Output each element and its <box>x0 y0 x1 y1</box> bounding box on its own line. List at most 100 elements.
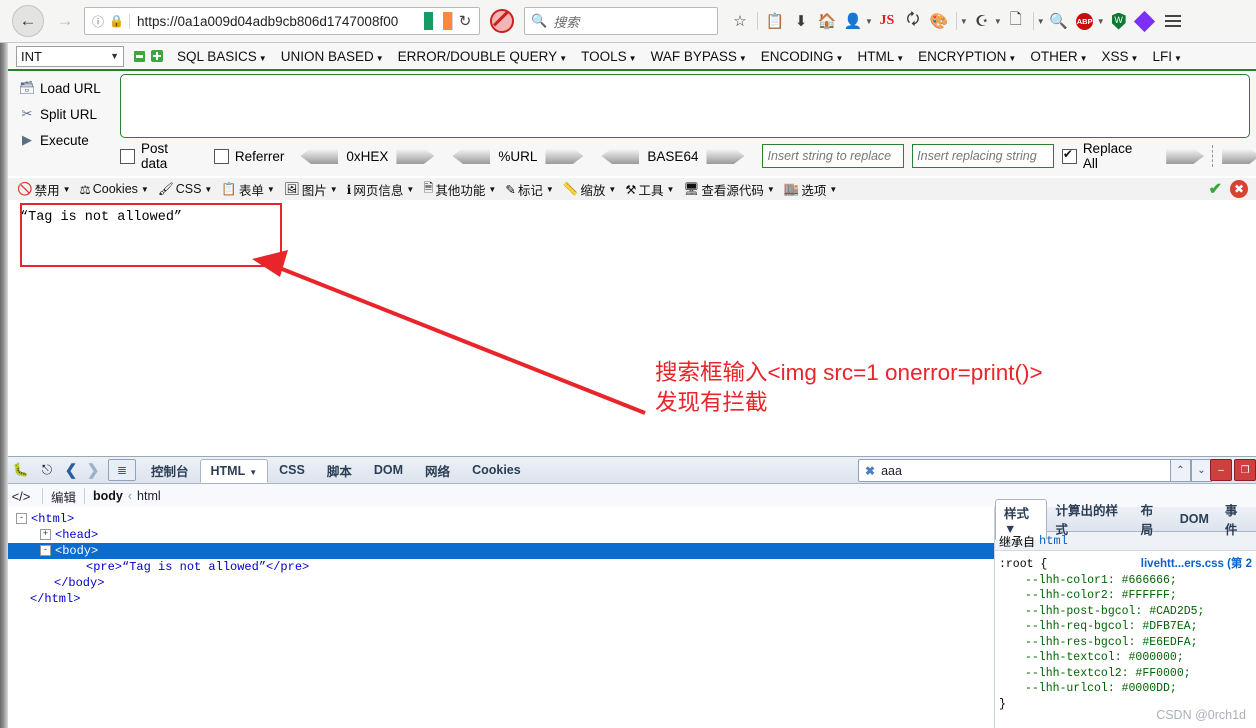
replace-apply-arrow-icon[interactable] <box>1166 148 1205 164</box>
chevron-down-icon-3[interactable]: ▼ <box>994 17 1002 26</box>
wdt-item-misc[interactable]: 🗎 其他功能 ▼ <box>423 179 496 200</box>
css-property[interactable]: --lhh-post-bgcol: #CAD2D5; <box>999 604 1252 620</box>
code-icon[interactable]: </> <box>8 489 34 504</box>
css-property[interactable]: --lhh-textcol: #000000; <box>999 650 1252 666</box>
diamond-icon[interactable] <box>1133 8 1157 34</box>
validation-ok-icon[interactable]: ✔ <box>1209 179 1222 199</box>
forward-button[interactable]: → <box>50 6 80 36</box>
clear-search-icon[interactable]: ✖ <box>865 464 875 478</box>
reload-icon[interactable]: ↻ <box>452 12 477 30</box>
wdt-item-page-info[interactable]: ℹ 网页信息 ▼ <box>347 180 415 199</box>
wdt-item-resize[interactable]: 📏 缩放 ▼ <box>563 180 617 199</box>
search-prev-button[interactable]: ⌃ <box>1170 459 1191 482</box>
dom-row-pre[interactable]: <pre>“Tag is not allowed”</pre> <box>8 559 994 575</box>
css-tab-layout[interactable]: 布局 <box>1133 497 1172 541</box>
address-bar[interactable]: ⓘ 🔒 https://0a1a009d04adb9cb806d1747008f… <box>84 7 480 35</box>
css-property[interactable]: --lhh-req-bgcol: #DFB7EA; <box>999 619 1252 635</box>
tab-css[interactable]: CSS <box>268 459 316 481</box>
abp-icon[interactable]: ABP <box>1073 8 1097 34</box>
hackbar-type-select[interactable]: INT ▼ <box>16 45 124 67</box>
forward-icon[interactable]: ❯ <box>82 461 104 479</box>
tab-cookies[interactable]: Cookies <box>461 459 532 481</box>
browser-search-box[interactable]: 🔍 搜索 <box>524 7 718 35</box>
encode-right-arrow-icon[interactable] <box>545 148 584 164</box>
firebug-search-box[interactable]: ✖ aaa <box>858 459 1172 482</box>
validation-error-icon[interactable]: ✖ <box>1230 180 1248 198</box>
hackbar-menu-other[interactable]: OTHER ▼ <box>1030 49 1087 64</box>
hackbar-menu-waf-bypass[interactable]: WAF BYPASS ▼ <box>651 49 747 64</box>
copy-page-icon[interactable]: 🗋 <box>1004 8 1028 34</box>
tab-network[interactable]: 网络 <box>414 457 461 484</box>
breadcrumb-body[interactable]: body <box>93 489 123 503</box>
split-url-button[interactable]: ✂ Split URL <box>14 101 118 127</box>
dom-row-body[interactable]: - <body> <box>8 543 994 559</box>
referrer-checkbox[interactable]: Referrer <box>213 148 284 164</box>
user-icon[interactable]: 👤 <box>841 8 865 34</box>
download-icon[interactable]: ⬇ <box>789 8 813 34</box>
css-inherit-target[interactable]: html <box>1039 534 1068 548</box>
dom-row-head[interactable]: + <head> <box>8 527 994 543</box>
add-button[interactable] <box>151 50 163 62</box>
edit-button[interactable]: 编辑 <box>51 487 76 506</box>
tab-html[interactable]: HTML ▼ <box>199 458 269 483</box>
css-property[interactable]: --lhh-textcol2: #FF0000; <box>999 666 1252 682</box>
wdt-item-view-source[interactable]: 🖥 查看源代码 ▼ <box>683 180 774 199</box>
dom-row-body-close[interactable]: </body> <box>8 575 994 591</box>
wdt-item-forms[interactable]: 📋 表单 ▼ <box>221 180 275 199</box>
wdt-item-cookies[interactable]: ⚖ Cookies ▼ <box>80 182 149 197</box>
sync-icon[interactable]: ☪ <box>970 8 994 34</box>
palette-icon[interactable]: 🎨 <box>927 8 951 34</box>
wdt-item-disable[interactable]: 🚫 禁用 ▼ <box>17 180 71 199</box>
star-icon[interactable]: ☆ <box>728 8 752 34</box>
encode-right-arrow-icon[interactable] <box>706 148 745 164</box>
site-info-icon[interactable]: ⓘ <box>87 13 109 30</box>
load-url-button[interactable]: 🗃 Load URL <box>14 75 118 101</box>
wdt-item-images[interactable]: 🖼 图片 ▼ <box>284 180 338 199</box>
decode-left-arrow-icon[interactable] <box>601 148 640 164</box>
tab-console[interactable]: 控制台 <box>140 457 200 484</box>
inspect-icon[interactable]: ⎋ <box>34 462 60 478</box>
wdt-item-css[interactable]: 🖌 CSS ▼ <box>158 182 213 197</box>
tab-dom[interactable]: DOM <box>363 459 414 481</box>
back-icon[interactable]: ❮ <box>60 461 82 479</box>
firebug-icon[interactable]: 🐛 <box>8 462 34 478</box>
css-property[interactable]: --lhh-color2: #FFFFFF; <box>999 588 1252 604</box>
noscript-icon[interactable] <box>490 9 514 33</box>
dom-row-html-close[interactable]: </html> <box>8 591 994 607</box>
breadcrumb-html[interactable]: html <box>137 489 161 503</box>
hackbar-menu-xss[interactable]: XSS ▼ <box>1102 49 1139 64</box>
tab-script[interactable]: 脚本 <box>316 457 363 484</box>
url-input[interactable]: https://0a1a009d04adb9cb806d1747008f00 <box>128 13 424 29</box>
chevron-down-icon-2[interactable]: ▼ <box>960 17 968 26</box>
chevron-down-icon-4[interactable]: ▼ <box>1037 17 1045 26</box>
decode-left-arrow-icon[interactable] <box>452 148 491 164</box>
wdt-item-outline[interactable]: ✎ 标记 ▼ <box>505 180 553 199</box>
wdt-item-tools[interactable]: ⚒ 工具 ▼ <box>625 180 674 199</box>
panel-list-icon[interactable]: ≣ <box>108 459 136 481</box>
chevron-down-icon[interactable]: ▼ <box>865 17 873 26</box>
css-property[interactable]: --lhh-res-bgcol: #E6EDFA; <box>999 635 1252 651</box>
minimize-button[interactable]: – <box>1210 459 1232 481</box>
hackbar-menu-html[interactable]: HTML ▼ <box>857 49 904 64</box>
decode-left-arrow-icon[interactable] <box>300 148 339 164</box>
hackbar-menu-encryption[interactable]: ENCRYPTION ▼ <box>918 49 1016 64</box>
shield-icon[interactable] <box>1107 8 1131 34</box>
post-data-checkbox[interactable]: Post data <box>120 141 198 171</box>
replace-with-input[interactable]: Insert replacing string <box>912 144 1054 168</box>
hackbar-menu-encoding[interactable]: ENCODING ▼ <box>761 49 844 64</box>
zoom-icon[interactable]: 🔍 <box>1047 8 1071 34</box>
replace-search-input[interactable]: Insert string to replace <box>762 144 905 168</box>
css-source-file-link[interactable]: livehtt...ers.css (第 2 <box>1141 557 1252 573</box>
toggle-icon[interactable]: + <box>40 529 51 541</box>
restore-button[interactable]: ❐ <box>1234 459 1256 481</box>
css-tab-events[interactable]: 事件 <box>1217 497 1256 541</box>
css-property[interactable]: --lhh-color1: #666666; <box>999 573 1252 589</box>
css-property[interactable]: --lhh-urlcol: #0000DD; <box>999 681 1252 697</box>
hackbar-menu-tools[interactable]: TOOLS ▼ <box>581 49 636 64</box>
hackbar-url-textarea[interactable] <box>120 74 1250 138</box>
js-icon[interactable]: JS <box>875 8 899 34</box>
execute-button[interactable]: ▶ Execute <box>14 127 118 153</box>
search-next-button[interactable]: ⌄ <box>1191 459 1212 482</box>
hackbar-menu-sql-basics[interactable]: SQL BASICS ▼ <box>177 49 267 64</box>
chevron-down-icon-5[interactable]: ▼ <box>1097 17 1105 26</box>
